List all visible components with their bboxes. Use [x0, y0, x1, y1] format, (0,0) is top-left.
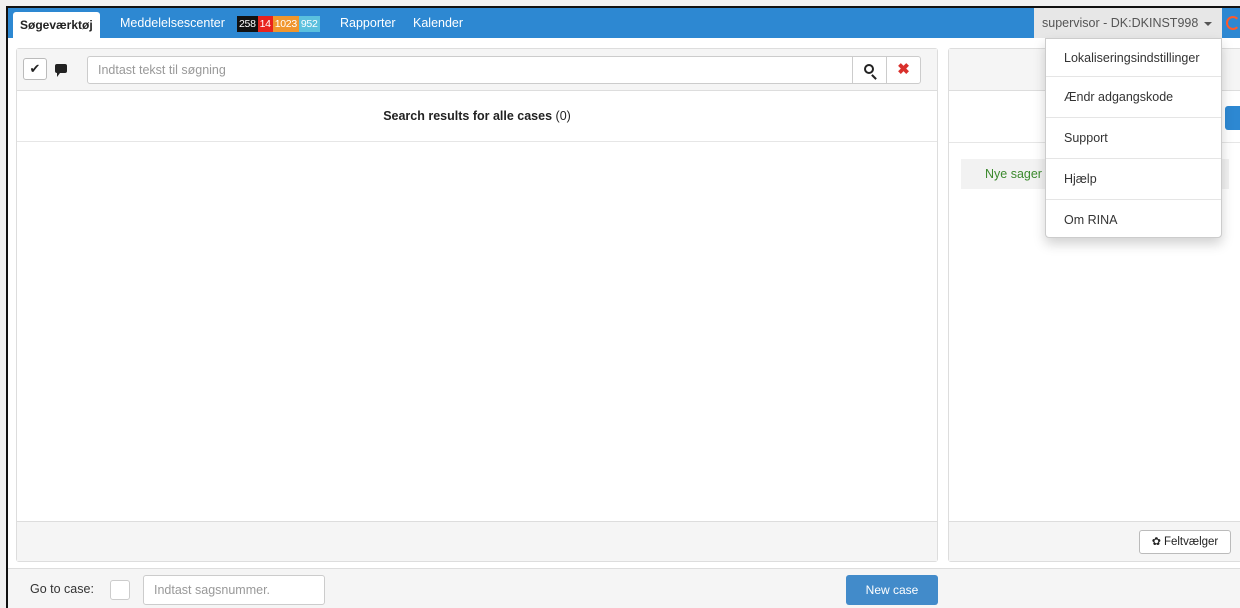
- field-picker-label: Feltvælger: [1163, 536, 1219, 548]
- tab-search-tool[interactable]: Søgeværktøj: [13, 12, 100, 38]
- tab-calendar[interactable]: Kalender: [413, 8, 463, 38]
- results-title: Search results for alle cases (0): [17, 91, 937, 142]
- goto-case-label: Go to case:: [30, 582, 94, 596]
- badge-count-orange: 1023: [272, 16, 299, 32]
- badge-count-blue: 952: [298, 16, 320, 32]
- user-menu-toggle[interactable]: supervisor - DK:DKINST998: [1034, 8, 1222, 38]
- menu-item-help[interactable]: Hjælp: [1046, 159, 1221, 200]
- comment-icon[interactable]: [55, 64, 67, 77]
- search-panel-footer: [17, 521, 937, 561]
- badge-count-black: 258: [237, 16, 258, 32]
- badge-count-red: 14: [257, 16, 273, 32]
- message-badges[interactable]: 258 14 1023 952: [237, 16, 320, 32]
- gear-icon: ✿: [1151, 536, 1161, 548]
- tab-message-center[interactable]: Meddelelsescenter: [120, 8, 225, 38]
- user-dropdown-menu: Lokaliseringsindstillinger Ændr adgangsk…: [1045, 38, 1222, 238]
- app-frame: Søgeværktøj Meddelelsescenter 258 14 102…: [6, 6, 1240, 608]
- goto-case-checkbox[interactable]: [110, 580, 130, 600]
- checkmark-toggle-button[interactable]: ✔: [23, 58, 47, 80]
- checkmark-icon: ✔: [29, 61, 41, 76]
- logout-icon[interactable]: [1226, 16, 1240, 30]
- results-title-text: Search results for alle cases: [383, 109, 553, 123]
- forum-panel-footer: ✿ Feltvælger: [949, 521, 1240, 561]
- menu-item-change-password[interactable]: Ændr adgangskode: [1046, 77, 1221, 118]
- menu-item-support[interactable]: Support: [1046, 118, 1221, 159]
- bottom-bar: Go to case: New case: [8, 568, 1240, 608]
- results-list: [17, 143, 937, 521]
- clear-search-button[interactable]: ✖: [886, 56, 921, 84]
- tab-reports[interactable]: Rapporter: [340, 8, 396, 38]
- new-case-button[interactable]: New case: [846, 575, 938, 605]
- field-picker-button[interactable]: ✿ Feltvælger: [1139, 530, 1231, 554]
- caret-down-icon: [1204, 21, 1213, 26]
- search-panel: ✔ ✖ Search results for alle cases (0): [16, 48, 938, 562]
- top-navbar: Søgeværktøj Meddelelsescenter 258 14 102…: [8, 8, 1240, 38]
- menu-item-about[interactable]: Om RINA: [1046, 200, 1221, 241]
- search-icon: [864, 64, 874, 74]
- search-input[interactable]: [87, 56, 853, 84]
- search-button[interactable]: [852, 56, 887, 84]
- case-number-input[interactable]: [143, 575, 325, 605]
- forum-action-button[interactable]: [1225, 106, 1240, 130]
- menu-item-localization[interactable]: Lokaliseringsindstillinger: [1046, 39, 1221, 77]
- results-count: (0): [555, 109, 571, 123]
- close-icon: ✖: [897, 61, 910, 78]
- search-header: ✔ ✖: [17, 49, 937, 91]
- user-name: supervisor - DK:DKINST998: [1042, 16, 1199, 30]
